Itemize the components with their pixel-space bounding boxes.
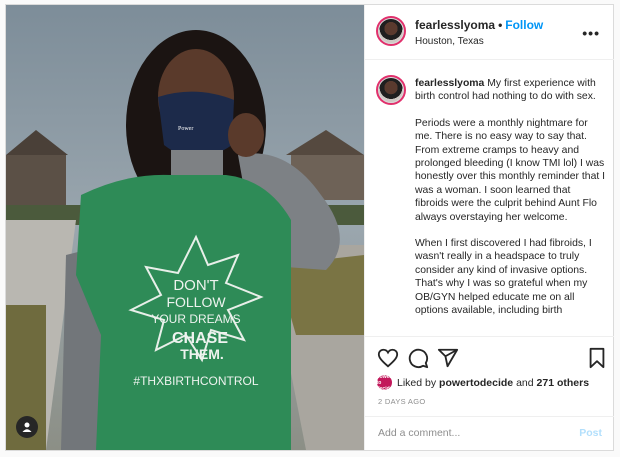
likes-prefix: Liked by <box>397 376 437 389</box>
comment-bar: Add a comment... Post <box>365 416 614 451</box>
liker-username[interactable]: powertodecide <box>439 377 513 389</box>
likes-summary: power to decide Liked by powertodecide a… <box>377 374 590 392</box>
caption-text: fearlesslyoma My first experience with b… <box>415 77 605 331</box>
caption-paragraph-2: Periods were a monthly nightmare for me.… <box>415 117 606 223</box>
liker-avatar[interactable]: power to decide <box>377 374 393 392</box>
likes-count[interactable]: 271 others <box>537 377 590 389</box>
share-icon[interactable] <box>437 347 459 369</box>
caption-avatar[interactable] <box>376 75 406 105</box>
shirt-line-2: FOLLOW <box>166 294 226 310</box>
post-header: fearlesslyoma • Follow Houston, Texas ••• <box>365 5 614 60</box>
action-bar: power to decide Liked by powertodecide a… <box>365 336 614 427</box>
shirt-hashtag: #THXBIRTHCONTROL <box>133 374 258 388</box>
bookmark-icon[interactable] <box>586 347 608 369</box>
post-date[interactable]: 2 DAYS AGO <box>378 397 425 406</box>
caption-paragraph-3: When I first discovered I had fibroids, … <box>415 238 592 317</box>
post-side-panel: fearlesslyoma • Follow Houston, Texas ••• … <box>364 5 614 450</box>
location-link[interactable]: Houston, Texas <box>415 36 484 47</box>
mask-logo: Power <box>178 126 193 132</box>
heart-icon[interactable] <box>377 347 399 369</box>
photo-illustration: Power DON'T FOLLOW YOUR DREAMS CHASE THE… <box>6 5 364 450</box>
post-comment-button[interactable]: Post <box>579 427 602 439</box>
shirt-line-1: DON'T <box>173 277 218 294</box>
likes-middle: and <box>516 376 534 389</box>
comment-icon[interactable] <box>407 347 429 369</box>
username-link[interactable]: fearlesslyoma <box>415 18 495 32</box>
shirt-line-3: YOUR DREAMS <box>151 312 240 326</box>
shirt-line-5: THEM. <box>180 346 224 362</box>
caption-username[interactable]: fearlesslyoma <box>415 78 484 89</box>
separator-dot: • <box>498 18 503 32</box>
user-tag-icon[interactable] <box>16 416 38 438</box>
follow-button[interactable]: Follow <box>505 18 543 32</box>
post-photo[interactable]: Power DON'T FOLLOW YOUR DREAMS CHASE THE… <box>6 5 364 450</box>
shirt-line-4: CHASE <box>172 330 228 347</box>
avatar[interactable] <box>376 16 406 46</box>
more-icon[interactable]: ••• <box>582 25 600 41</box>
comment-input[interactable]: Add a comment... <box>378 427 460 439</box>
caption-area: fearlesslyoma My first experience with b… <box>365 60 614 335</box>
post-frame: Power DON'T FOLLOW YOUR DREAMS CHASE THE… <box>5 4 614 451</box>
